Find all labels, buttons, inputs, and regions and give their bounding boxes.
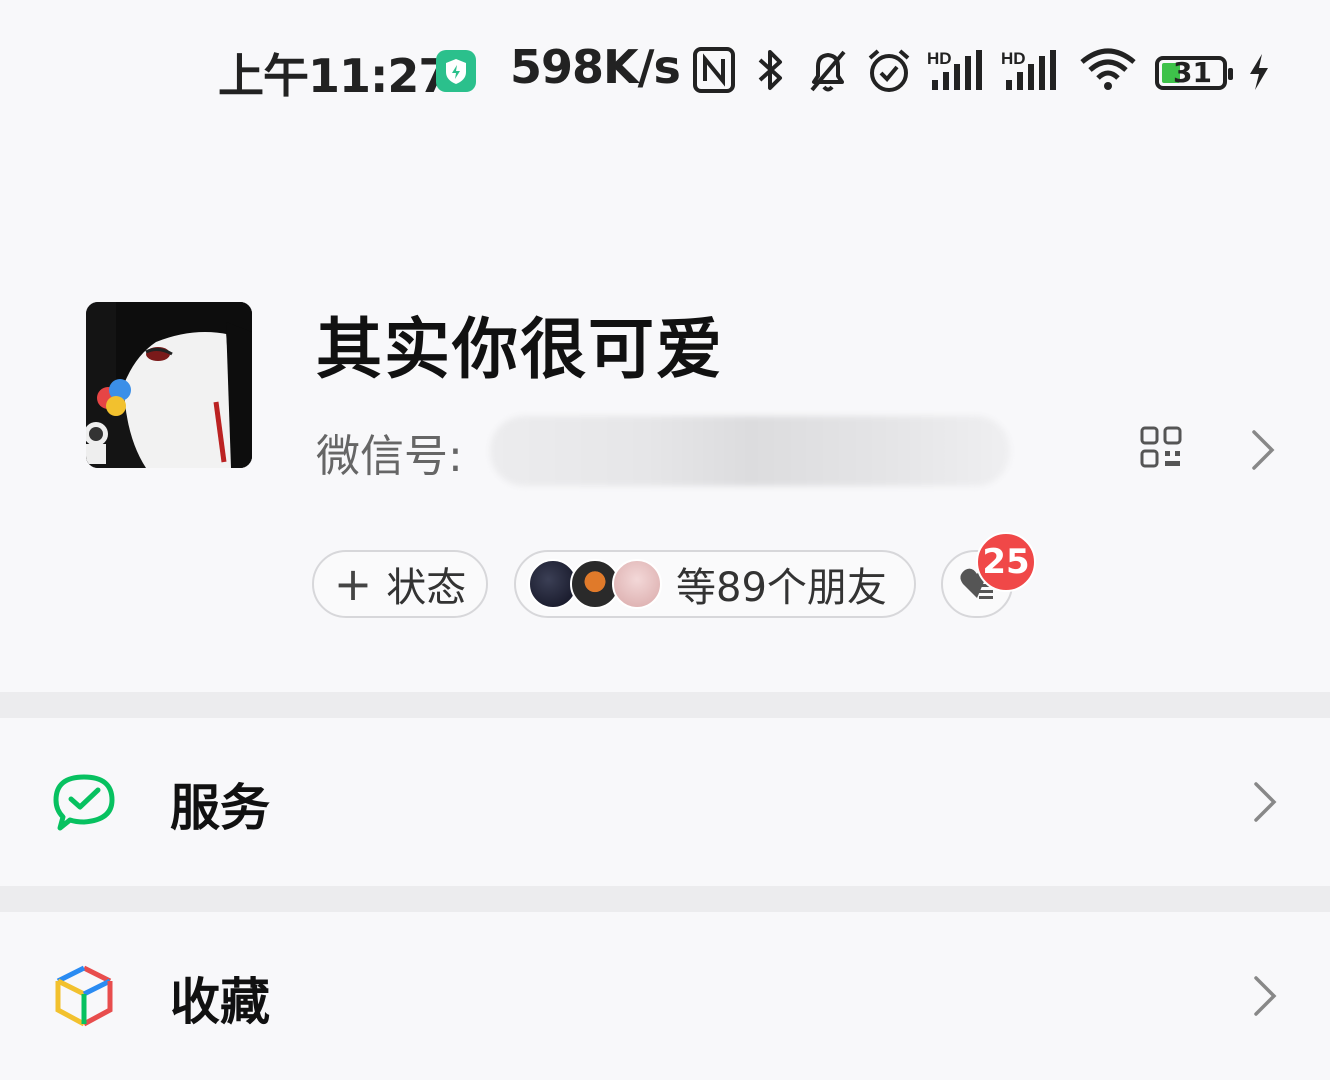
- svg-text:HD: HD: [1001, 49, 1026, 68]
- svg-text:HD: HD: [927, 49, 952, 68]
- menu-item-label: 服务: [170, 779, 270, 837]
- plus-icon: +: [333, 557, 373, 611]
- notification-badge: 25: [976, 532, 1036, 592]
- charging-bolt-icon: [1250, 54, 1268, 90]
- add-status-button[interactable]: + 状态: [312, 550, 488, 618]
- status-time: 上午11:27: [218, 49, 450, 103]
- avatar[interactable]: [86, 302, 252, 468]
- chevron-right-icon: [1254, 782, 1277, 822]
- section-divider: [0, 886, 1330, 912]
- nfc-icon: [693, 47, 735, 93]
- mute-bell-icon: [810, 50, 846, 92]
- wifi-icon: [1080, 48, 1136, 90]
- menu-item-label: 收藏: [170, 973, 270, 1031]
- battery-level: 31: [1173, 56, 1212, 89]
- section-divider: [0, 692, 1330, 718]
- friend-avatar: [612, 559, 662, 609]
- status-button-label: 状态: [386, 565, 467, 611]
- friends-count-label: 等89个朋友: [676, 565, 887, 611]
- signal-strength-icon-2: HD: [1001, 49, 1056, 90]
- bluetooth-icon: [758, 50, 782, 90]
- profile-header[interactable]: 其实你很可爱 微信号: + 状态 等89个朋友 25: [0, 150, 1330, 692]
- favorites-cube-icon: [55, 965, 113, 1027]
- security-shield-icon: [436, 50, 476, 92]
- wechat-id-value-redacted: [490, 416, 1010, 486]
- status-bar: 上午11:27 598K/s HD HD 31: [0, 0, 1330, 150]
- wechat-pay-icon: [53, 774, 115, 831]
- chevron-right-icon[interactable]: [1250, 428, 1276, 472]
- signal-strength-icon-1: HD: [927, 49, 982, 90]
- network-speed: 598K/s: [510, 40, 681, 94]
- battery-icon: 31: [1155, 56, 1233, 90]
- chevron-right-icon: [1254, 976, 1277, 1016]
- menu-item-favorites[interactable]: 收藏: [0, 912, 1330, 1080]
- wechat-id-label: 微信号:: [316, 431, 463, 482]
- qr-code-icon[interactable]: [1140, 426, 1182, 468]
- nickname: 其实你很可爱: [316, 311, 724, 388]
- menu-item-services[interactable]: 服务: [0, 718, 1330, 886]
- friends-status-button[interactable]: 等89个朋友: [514, 550, 916, 618]
- alarm-icon: [868, 49, 910, 92]
